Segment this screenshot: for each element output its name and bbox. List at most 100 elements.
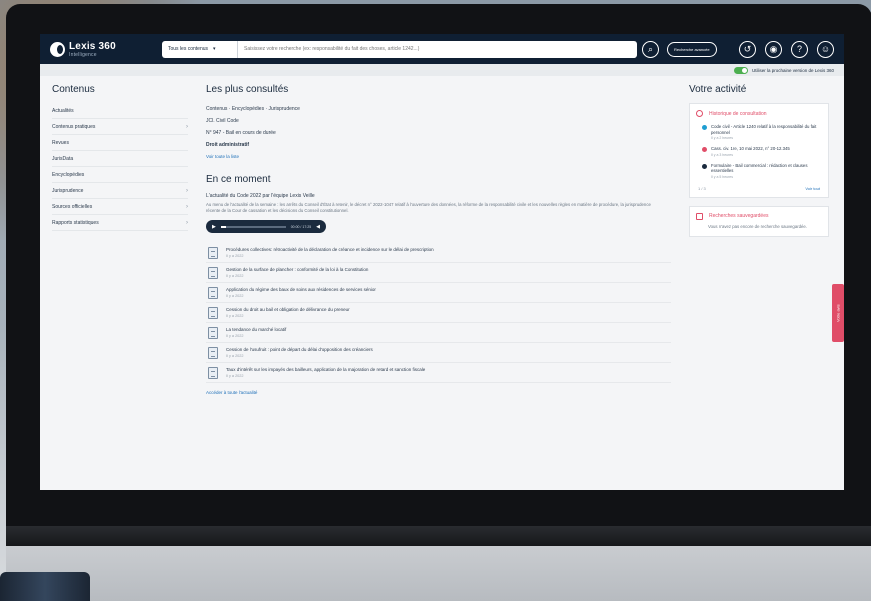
search-input[interactable] (238, 40, 637, 58)
bookmark-icon (696, 212, 703, 220)
now-title: En ce moment (206, 174, 271, 185)
history-item-date: Il y a 3 heures (711, 152, 733, 157)
news-item[interactable]: Cession du droit au bail et obligation d… (206, 303, 671, 323)
news-date: Il y a 2022 (226, 293, 244, 298)
history-item-title: Formulaire - Bail commercial : rédaction… (711, 162, 808, 174)
sidebar-item-label: Actualités (52, 107, 74, 114)
sidebar: Contenus Actualités Contenus pratiques › Re… (52, 84, 188, 398)
feedback-tab[interactable]: Votre avis (832, 284, 844, 342)
news-title: Procédures collectives: rétroactivité de… (226, 246, 434, 252)
podcast-title[interactable]: L'actualité du Code 2022 par l'équipe Le… (206, 193, 671, 199)
news-date: Il y a 2022 (226, 313, 244, 318)
sidebar-item[interactable]: Encyclopédies (52, 167, 188, 183)
history-item-title: Code civil - Article 1240 relatif à la r… (711, 124, 817, 135)
document-icon (208, 286, 218, 299)
sidebar-item[interactable]: Actualités (52, 103, 188, 119)
search-scope-select[interactable]: Tous les contenus ▾ (162, 40, 238, 58)
audio-progress-bar[interactable] (220, 225, 286, 228)
news-date: Il y a 2022 (226, 353, 244, 358)
saved-searches-description: Vous n'avez pas encore de recherche sauv… (708, 223, 807, 229)
status-dot (702, 163, 707, 169)
monitor-chin (6, 526, 871, 546)
news-item[interactable]: Application du régime des baux de soins … (206, 283, 671, 303)
logo-subtitle: Intelligence (69, 51, 97, 58)
document-icon (208, 326, 218, 339)
history-pager[interactable]: 1 / 3 (698, 186, 706, 191)
news-title: Gestion de la surface de plancher : conf… (226, 266, 369, 272)
coffee-mug (0, 572, 90, 601)
sidebar-item[interactable]: JurisData (52, 151, 188, 167)
news-title: Cession de l'usufruit : point de départ … (226, 346, 373, 352)
news-date: Il y a 2022 (226, 273, 244, 278)
clock-icon (696, 110, 703, 117)
history-panel: Historique de consultation Code civil - … (689, 103, 829, 198)
audio-time: 00:00 / 17:25 (290, 224, 312, 229)
sidebar-item-label: Revues (52, 139, 69, 146)
app-logo[interactable]: Lexis 360 Intelligence (50, 41, 150, 58)
news-item[interactable]: Gestion de la surface de plancher : conf… (206, 263, 671, 283)
sidebar-title: Contenus (52, 84, 95, 95)
sidebar-item[interactable]: Jurisprudence › (52, 183, 188, 199)
sidebar-item-label: Encyclopédies (52, 171, 85, 178)
news-title: Taux d'intérêt sur les impayés des baill… (226, 366, 426, 372)
history-item-date: Il y a 2 heures (711, 136, 733, 140)
chevron-right-icon: › (186, 123, 188, 130)
logo-text: Lexis 360 (69, 40, 116, 52)
saved-searches-title: Recherches sauvegardées (709, 213, 769, 219)
podcast-description: Au menu de l'actualité de la semaine : l… (206, 202, 651, 213)
history-list: Code civil - Article 1240 relatif à la r… (696, 121, 822, 182)
sidebar-item[interactable]: Contenus pratiques › (52, 119, 188, 135)
sidebar-item[interactable]: Sources officielles › (52, 199, 188, 215)
most-viewed-item[interactable]: JCl. Civil Code (206, 115, 671, 127)
status-dot (702, 125, 707, 130)
version-toggle-switch[interactable] (733, 66, 748, 74)
activity-title: Votre activité (689, 84, 747, 95)
news-item[interactable]: Cession de l'usufruit : point de départ … (206, 343, 671, 363)
most-viewed-item[interactable]: Contenus · Encyclopédies · Jurisprudence (206, 103, 671, 115)
history-see-all-link[interactable]: Voir tout (805, 186, 820, 191)
top-navigation-bar: Lexis 360 Intelligence Tous les contenus… (40, 34, 844, 64)
audio-player: ▶ 00:00 / 17:25 ◀ (206, 220, 326, 233)
search-button[interactable]: ⌕ (642, 40, 659, 58)
search-scope-label: Tous les contenus (168, 46, 209, 52)
news-item[interactable]: Procédures collectives: rétroactivité de… (206, 243, 671, 263)
history-item[interactable]: Formulaire - Bail commercial : rédaction… (696, 160, 822, 182)
document-icon (208, 346, 218, 359)
history-icon-button[interactable]: ↺ (739, 40, 756, 58)
most-viewed-see-all-link[interactable]: Voir toute la liste (206, 151, 671, 162)
all-news-link[interactable]: Accéder à toute l'actualité (206, 387, 671, 398)
help-icon-button[interactable]: ? (791, 40, 808, 58)
sidebar-item[interactable]: Rapports statistiques › (52, 215, 188, 231)
user-account-icon-button[interactable]: ☺ (817, 40, 834, 58)
document-icon (208, 306, 218, 319)
news-date: Il y a 2022 (226, 333, 244, 338)
status-dot (702, 147, 707, 152)
activity-column: Votre activité Historique de consultatio… (689, 84, 829, 398)
document-icon (208, 246, 218, 259)
sidebar-item-label: Jurisprudence (52, 187, 84, 194)
news-item[interactable]: Taux d'intérêt sur les impayés des baill… (206, 363, 671, 383)
notification-icon-button[interactable]: ◉ (765, 40, 782, 58)
document-icon (208, 266, 218, 279)
news-item[interactable]: La tendance du marché locatif Il y a 2022 (206, 323, 671, 343)
volume-icon[interactable]: ◀ (316, 224, 320, 230)
news-date: Il y a 2022 (226, 373, 244, 378)
history-item[interactable]: Cass. civ. 1re, 10 mai 2022, n° 20-12.34… (696, 143, 822, 160)
search-icon: ⌕ (647, 43, 654, 54)
news-title: La tendance du marché locatif (226, 326, 287, 332)
sidebar-item-label: Contenus pratiques (52, 123, 96, 130)
most-viewed-item[interactable]: Droit administratif (206, 139, 671, 151)
version-toggle-label: Utiliser la prochaine version de Lexis 3… (751, 67, 834, 73)
desk-surface (6, 546, 871, 601)
news-date: Il y a 2022 (226, 253, 244, 258)
chevron-down-icon: ▾ (213, 46, 216, 52)
most-viewed-item[interactable]: N° 947 - Bail en cours de durée (206, 127, 671, 139)
advanced-search-button[interactable]: Recherche avancée (667, 41, 717, 57)
history-item[interactable]: Code civil - Article 1240 relatif à la r… (696, 121, 822, 143)
news-title: Cession du droit au bail et obligation d… (226, 306, 350, 312)
app-screen: Lexis 360 Intelligence Tous les contenus… (40, 34, 844, 490)
sidebar-item[interactable]: Revues (52, 135, 188, 151)
play-icon[interactable]: ▶ (212, 224, 216, 230)
history-item-title: Cass. civ. 1re, 10 mai 2022, n° 20-12.34… (711, 146, 790, 151)
history-title: Historique de consultation (709, 110, 767, 117)
